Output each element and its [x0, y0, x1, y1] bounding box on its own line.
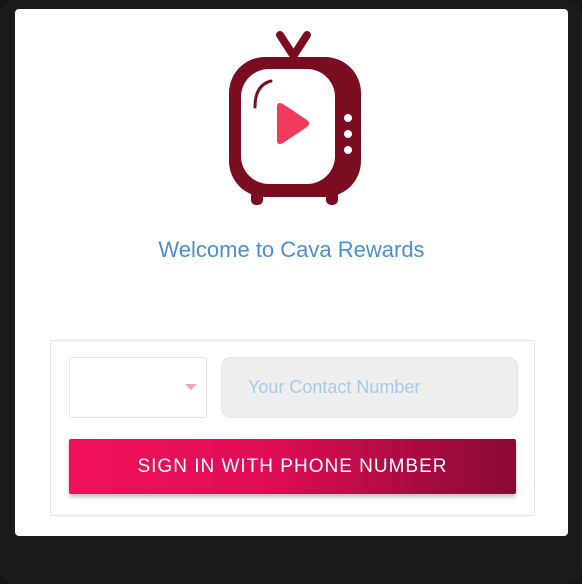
phone-number-input[interactable] — [221, 357, 518, 418]
sign-in-with-phone-button[interactable]: SIGN IN WITH PHONE NUMBER — [69, 439, 516, 494]
login-screen: Welcome to Cava Rewards SIGN IN WITH PHO… — [15, 9, 568, 536]
welcome-title: Welcome to Cava Rewards — [158, 237, 425, 262]
country-code-select[interactable] — [69, 357, 207, 418]
tv-play-icon — [229, 31, 361, 205]
device-frame: Welcome to Cava Rewards SIGN IN WITH PHO… — [0, 0, 582, 584]
login-card: SIGN IN WITH PHONE NUMBER — [50, 340, 535, 516]
chevron-down-icon — [185, 384, 197, 390]
